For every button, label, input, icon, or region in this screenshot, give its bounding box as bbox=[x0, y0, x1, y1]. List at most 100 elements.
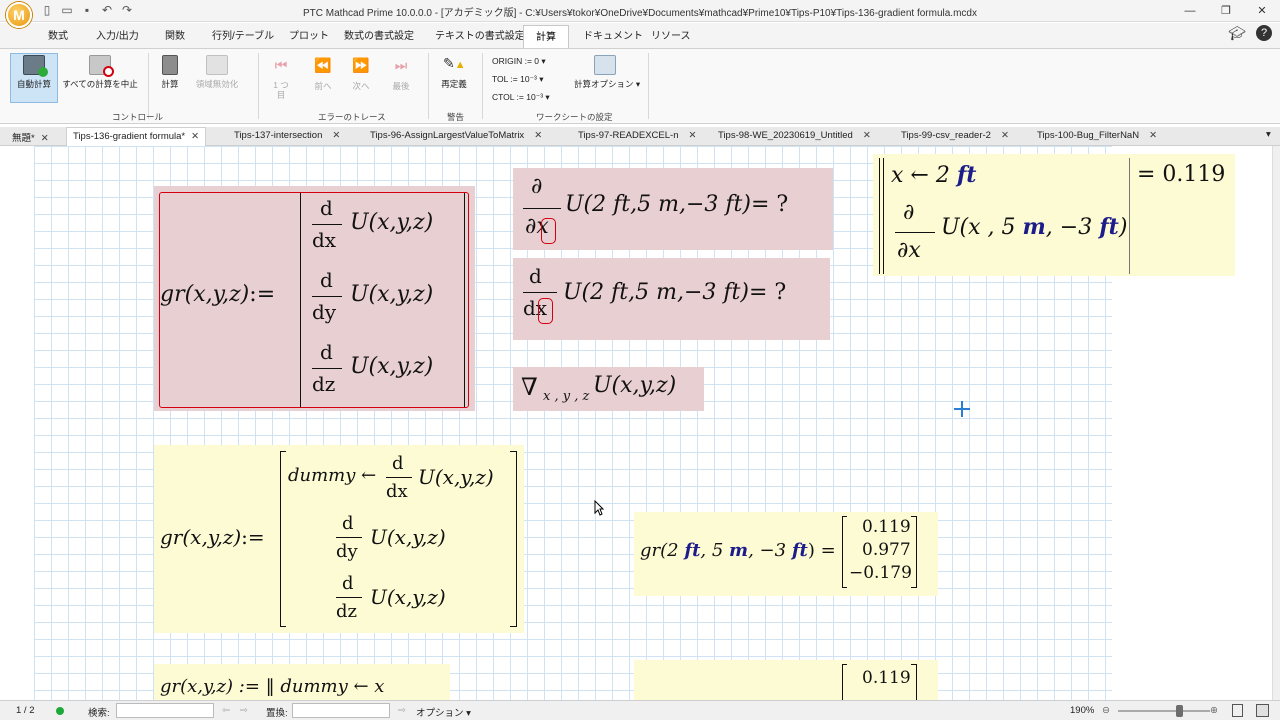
cursor-placeholder bbox=[541, 218, 556, 244]
doc-tab-tips-136[interactable]: Tips-136-gradient formula* ✕ bbox=[66, 127, 207, 146]
options-dropdown[interactable]: オプション ▾ bbox=[416, 705, 471, 719]
result-gx: 0.119 bbox=[862, 517, 911, 537]
close-icon[interactable]: ✕ bbox=[1244, 0, 1280, 22]
close-tab-icon[interactable]: ✕ bbox=[534, 130, 542, 141]
prev-error-button[interactable]: ⏪ 前へ bbox=[310, 57, 336, 92]
matrix-right-bar bbox=[464, 193, 466, 407]
close-tab-icon[interactable]: ✕ bbox=[191, 131, 199, 142]
doc-tab-tips-98[interactable]: Tips-98-WE_20230619_Untitled ✕ bbox=[718, 130, 871, 141]
tab-math[interactable]: 数式 bbox=[48, 27, 68, 42]
tab-list-icon[interactable]: ▾ bbox=[1266, 129, 1271, 140]
doc-tab-tips-96[interactable]: Tips-96-AssignLargestValueToMatrix ✕ bbox=[370, 130, 542, 141]
tab-resources[interactable]: リソース bbox=[651, 27, 691, 42]
ctol-setting[interactable]: CTOL := 10⁻³ ▾ bbox=[492, 92, 550, 103]
tab-input-output[interactable]: 入力/出力 bbox=[96, 27, 139, 42]
crosshair-cursor-v bbox=[961, 401, 963, 417]
tab-calculation[interactable]: 計算 bbox=[523, 25, 569, 48]
search-prev-icon[interactable]: ⇦ bbox=[222, 705, 230, 716]
replace-input[interactable] bbox=[292, 703, 390, 718]
origin-value: ORIGIN := 0 bbox=[492, 56, 539, 66]
dz-bottom: dz bbox=[312, 372, 336, 396]
partial-top: ∂ bbox=[531, 174, 543, 199]
program-bar bbox=[879, 158, 881, 274]
prev-label: 前へ bbox=[314, 81, 332, 91]
doc-tab-label: Tips-136-gradient formula* bbox=[73, 131, 186, 142]
bracket-right bbox=[916, 664, 918, 700]
frac-bar bbox=[336, 537, 362, 539]
tab-plots[interactable]: プロット bbox=[289, 27, 329, 42]
zoom-in-icon[interactable]: ⊕ bbox=[1210, 705, 1218, 716]
disable-area-button[interactable]: 領域無効化 bbox=[192, 55, 242, 90]
partial-derivative-region[interactable]: ∂ ∂x U(2 ft,5 m,−3 ft)= ? bbox=[513, 168, 833, 250]
zoom-slider[interactable] bbox=[1118, 710, 1210, 712]
close-tab-icon[interactable]: ✕ bbox=[332, 130, 340, 141]
restore-icon[interactable]: ❐ bbox=[1208, 0, 1244, 22]
search-input[interactable] bbox=[116, 703, 214, 718]
gradient-definition-region[interactable]: gr(x,y,z):= d dx U(x,y,z) d dy U(x,y,z) … bbox=[154, 186, 475, 411]
doc-tab-tips-100[interactable]: Tips-100-Bug_FilterNaN ✕ bbox=[1037, 130, 1157, 141]
tab-document[interactable]: ドキュメント bbox=[583, 27, 643, 42]
close-tab-icon[interactable]: ✕ bbox=[688, 130, 696, 141]
program-evaluation-region[interactable]: x ← 2 ft ∂ ∂x U(x , 5 m, −3 ft) = 0.119 bbox=[873, 154, 1235, 276]
close-tab-icon[interactable]: ✕ bbox=[1149, 130, 1157, 141]
calc-button[interactable]: 計算 bbox=[154, 55, 186, 90]
calc-options-button[interactable]: 計算オプション ▾ bbox=[574, 55, 640, 90]
bracket-right-bottom bbox=[911, 587, 916, 589]
gradient-program-region-2[interactable]: gr(x,y,z) := ‖ dummy ← x bbox=[154, 664, 450, 700]
last-error-button[interactable]: ⏭ 最後 bbox=[388, 57, 414, 92]
derivative-region[interactable]: d dx U(2 ft,5 m,−3 ft)= ? bbox=[513, 258, 830, 340]
stop-all-calc-button[interactable]: すべての計算を中止 bbox=[62, 55, 138, 90]
result-gz: −0.179 bbox=[849, 563, 912, 583]
first-error-button[interactable]: ⏮ 1 つ目 bbox=[268, 57, 294, 100]
doc-tab-tips-97[interactable]: Tips-97-READEXCEL-n ✕ bbox=[578, 130, 696, 141]
zoom-slider-thumb[interactable] bbox=[1176, 705, 1183, 717]
group-label-warning: 警告 bbox=[447, 112, 465, 122]
minimize-icon[interactable]: — bbox=[1172, 0, 1208, 22]
close-tab-icon[interactable]: ✕ bbox=[1001, 130, 1009, 141]
doc-tab-tips-137[interactable]: Tips-137-intersection ✕ bbox=[234, 130, 340, 141]
gradient-result-region[interactable]: gr(2 ft, 5 m, −3 ft) = 0.119 0.977 −0.17… bbox=[634, 512, 938, 596]
origin-setting[interactable]: ORIGIN := 0 ▾ bbox=[492, 56, 546, 67]
frac-bar bbox=[312, 296, 342, 298]
tab-functions[interactable]: 関数 bbox=[165, 27, 185, 42]
gradient-result-region-2[interactable]: 0.119 bbox=[634, 660, 938, 700]
program-line: gr(x,y,z) := ‖ dummy ← x bbox=[160, 676, 385, 697]
help-area: 🎓︎ ? bbox=[1228, 25, 1272, 42]
tol-setting[interactable]: TOL := 10⁻³ ▾ bbox=[492, 74, 544, 85]
vertical-scrollbar[interactable] bbox=[1272, 146, 1280, 700]
calc-status-icon bbox=[56, 707, 64, 715]
gr-label: gr(x,y,z):= bbox=[160, 282, 276, 307]
zoom-out-icon[interactable]: ⊖ bbox=[1102, 705, 1110, 716]
nabla-region[interactable]: ∇ x , y , z U(x,y,z) bbox=[513, 367, 704, 411]
disable-area-label: 領域無効化 bbox=[195, 79, 239, 89]
auto-calc-button[interactable]: 自動計算 bbox=[12, 55, 56, 90]
next-error-button[interactable]: ⏩ 次へ bbox=[348, 57, 374, 92]
u-expr: U(x,y,z) bbox=[370, 585, 446, 609]
dummy-assign: dummy ← bbox=[288, 465, 377, 486]
page-indicator: 1 / 2 bbox=[16, 705, 35, 716]
stop-calc-icon bbox=[89, 55, 114, 77]
doc-tab-tips-99[interactable]: Tips-99-csv_reader-2 ✕ bbox=[901, 130, 1009, 141]
tab-math-formatting[interactable]: 数式の書式設定 bbox=[344, 27, 414, 42]
tab-matrices-tables[interactable]: 行列/テーブル bbox=[212, 27, 274, 42]
help-icon[interactable]: ? bbox=[1256, 25, 1272, 41]
draft-view-icon[interactable] bbox=[1256, 704, 1269, 717]
worksheet[interactable]: gr(x,y,z):= d dx U(x,y,z) d dy U(x,y,z) … bbox=[0, 146, 1272, 700]
graduation-cap-icon[interactable]: 🎓︎ bbox=[1228, 25, 1246, 42]
gr-eval-expr: gr(2 ft, 5 m, −3 ft) = bbox=[640, 540, 836, 561]
replace-icon[interactable]: ⇨ bbox=[398, 705, 406, 716]
group-label-control: コントロール bbox=[112, 112, 164, 122]
mathcad-logo-icon[interactable]: M bbox=[6, 2, 32, 28]
gradient-program-region[interactable]: gr(x,y,z):= dummy ← d dx U(x,y,z) d dy U… bbox=[154, 445, 524, 633]
close-tab-icon[interactable]: ✕ bbox=[41, 133, 49, 144]
disable-area-icon bbox=[206, 55, 228, 75]
frac-bar bbox=[386, 477, 412, 479]
search-next-icon[interactable]: ⇨ bbox=[240, 705, 248, 716]
redefine-button[interactable]: ✎▲ 再定義 bbox=[436, 55, 472, 90]
doc-tab-untitled[interactable]: 無題* ✕ bbox=[12, 130, 49, 144]
close-tab-icon[interactable]: ✕ bbox=[863, 130, 871, 141]
page-view-icon[interactable] bbox=[1232, 704, 1243, 717]
doc-tab-label: Tips-96-AssignLargestValueToMatrix bbox=[370, 130, 525, 141]
nabla-subscript: x , y , z bbox=[543, 389, 590, 404]
tab-text-formatting[interactable]: テキストの書式設定 bbox=[435, 27, 525, 42]
